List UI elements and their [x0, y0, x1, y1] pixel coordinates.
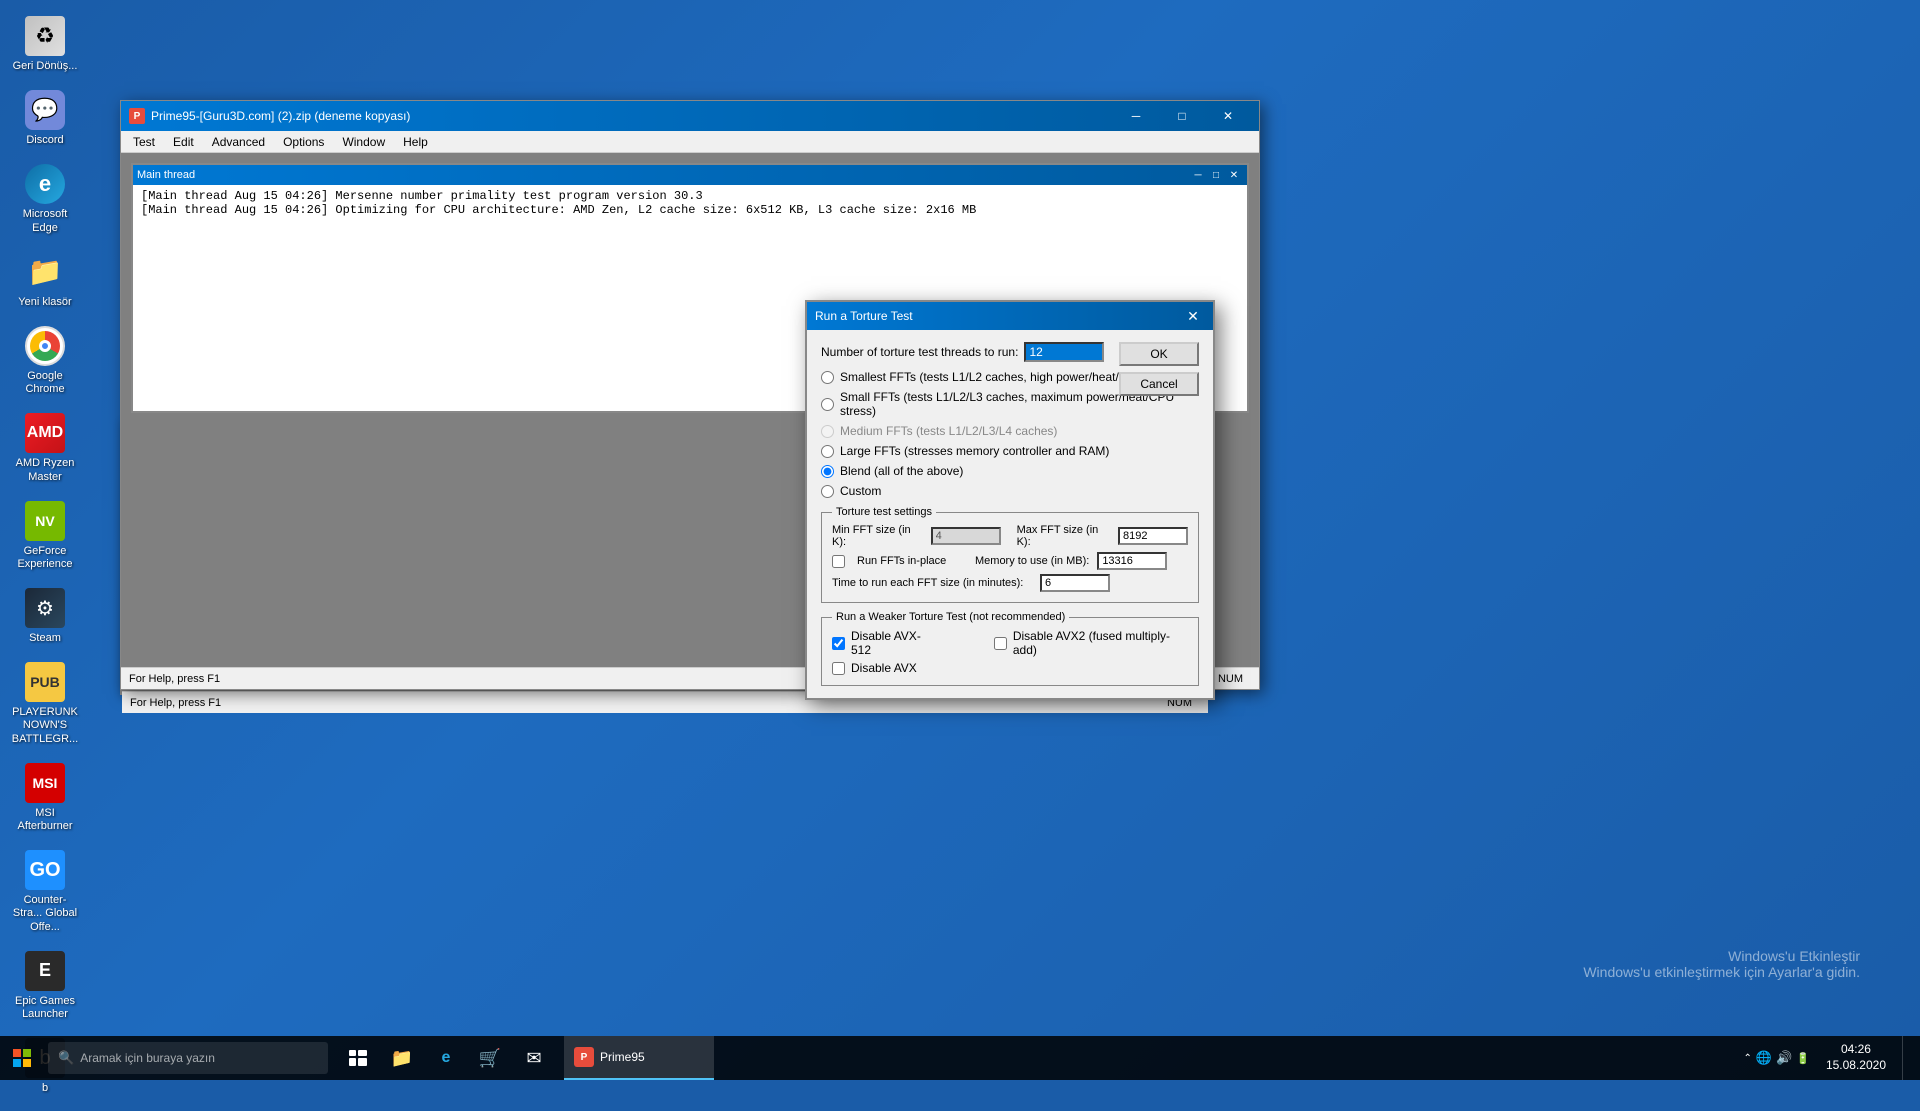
radio-blend[interactable]: Blend (all of the above) — [821, 464, 1199, 478]
min-fft-label: Min FFT size (in K): — [832, 524, 923, 548]
radio-large[interactable]: Large FFTs (stresses memory controller a… — [821, 444, 1199, 458]
disable-avx2-checkbox[interactable] — [994, 637, 1007, 650]
memory-label: Memory to use (in MB): — [975, 555, 1089, 567]
disable-avx512-checkbox[interactable] — [832, 637, 845, 650]
disable-avx-row: Disable AVX — [832, 661, 1188, 675]
run-inplace-label: Run FFTs in-place — [857, 555, 947, 567]
radio-custom-label: Custom — [840, 484, 881, 498]
memory-input[interactable] — [1097, 552, 1167, 570]
radio-medium: Medium FFTs (tests L1/L2/L3/L4 caches) — [821, 424, 1199, 438]
desktop: ♻ Geri Dönüş... 💬 Discord e Microsoft Ed… — [0, 0, 1920, 1080]
time-row: Time to run each FFT size (in minutes): — [832, 574, 1188, 592]
radio-small-input[interactable] — [821, 398, 834, 411]
weaker-checkboxes: Disable AVX-512 Disable AVX2 (fused mult… — [832, 629, 1188, 657]
weaker-legend: Run a Weaker Torture Test (not recommend… — [832, 611, 1069, 623]
torture-settings-fieldset: Torture test settings Min FFT size (in K… — [821, 506, 1199, 603]
disable-avx-checkbox[interactable] — [832, 662, 845, 675]
radio-large-input[interactable] — [821, 445, 834, 458]
cancel-button[interactable]: Cancel — [1119, 372, 1199, 396]
radio-medium-input — [821, 425, 834, 438]
max-fft-input[interactable] — [1118, 527, 1188, 545]
torture-test-dialog: Run a Torture Test ✕ Number of torture t… — [805, 300, 1215, 700]
b-label: b — [42, 1082, 48, 1095]
threads-label: Number of torture test threads to run: — [821, 345, 1018, 359]
radio-smallest-input[interactable] — [821, 371, 834, 384]
radio-medium-label: Medium FFTs (tests L1/L2/L3/L4 caches) — [840, 424, 1057, 438]
weaker-test-fieldset: Run a Weaker Torture Test (not recommend… — [821, 611, 1199, 686]
threads-input[interactable]: 12 — [1024, 342, 1104, 362]
fft-size-row: Min FFT size (in K): Max FFT size (in K)… — [832, 524, 1188, 548]
disable-avx-label: Disable AVX — [851, 661, 917, 675]
dialog-title: Run a Torture Test — [815, 309, 913, 323]
radio-large-label: Large FFTs (stresses memory controller a… — [840, 444, 1109, 458]
max-fft-label: Max FFT size (in K): — [1017, 524, 1110, 548]
radio-custom[interactable]: Custom — [821, 484, 1199, 498]
disable-avx2-label: Disable AVX2 (fused multiply-add) — [1013, 629, 1188, 657]
run-inplace-checkbox[interactable] — [832, 555, 845, 568]
radio-custom-input[interactable] — [821, 485, 834, 498]
ok-button[interactable]: OK — [1119, 342, 1199, 366]
dialog-titlebar: Run a Torture Test ✕ — [807, 302, 1213, 330]
torture-settings-legend: Torture test settings — [832, 506, 936, 518]
min-fft-input[interactable] — [931, 527, 1001, 545]
disable-avx512-label: Disable AVX-512 — [851, 629, 938, 657]
time-input[interactable] — [1040, 574, 1110, 592]
dialog-close-button[interactable]: ✕ — [1181, 304, 1205, 328]
dialog-buttons: OK Cancel — [1119, 342, 1199, 396]
inplace-row: Run FFTs in-place Memory to use (in MB): — [832, 552, 1188, 570]
time-label: Time to run each FFT size (in minutes): — [832, 577, 1032, 589]
radio-blend-input[interactable] — [821, 465, 834, 478]
dialog-overlay: Run a Torture Test ✕ Number of torture t… — [0, 0, 1920, 1080]
radio-blend-label: Blend (all of the above) — [840, 464, 963, 478]
